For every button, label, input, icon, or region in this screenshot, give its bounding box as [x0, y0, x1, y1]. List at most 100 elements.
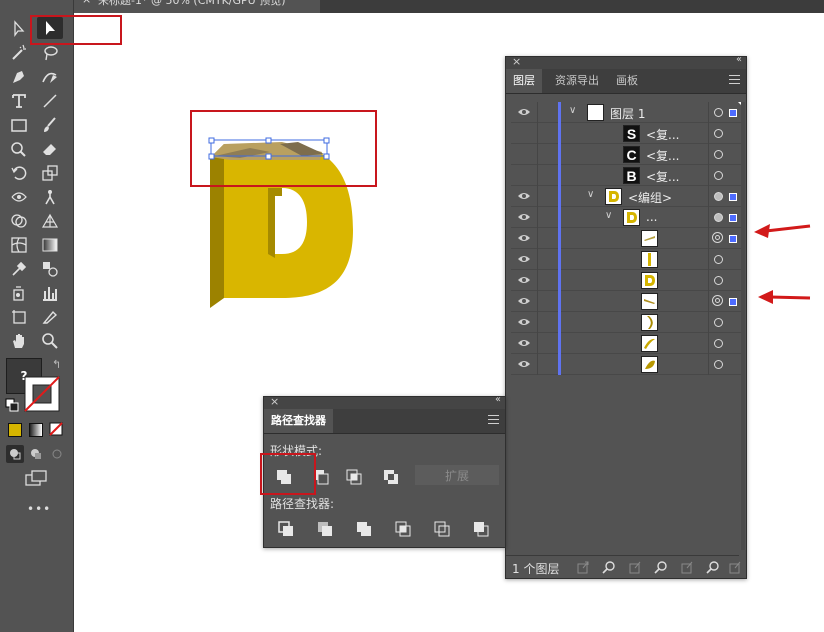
target-indicator-icon[interactable] [712, 295, 723, 306]
visibility-eye-icon[interactable] [517, 316, 531, 328]
layer-name[interactable]: 图层 1 [610, 105, 645, 122]
expand-chevron-icon[interactable]: ∨ [587, 189, 594, 200]
layer-name[interactable]: <复... [646, 168, 680, 185]
gradient-mode-icon[interactable] [29, 423, 43, 437]
visibility-eye-icon[interactable] [517, 253, 531, 265]
layer-row[interactable]: S <复... [511, 123, 744, 144]
default-fill-stroke-icon[interactable] [5, 398, 19, 412]
target-indicator-icon[interactable] [714, 129, 723, 138]
selection-indicator[interactable] [729, 298, 737, 306]
divide-icon[interactable] [276, 519, 296, 539]
gradient-icon[interactable] [37, 234, 63, 256]
layer-row[interactable] [511, 228, 744, 249]
mesh-icon[interactable] [6, 234, 32, 256]
intersect-icon[interactable] [344, 467, 364, 487]
layer-name[interactable]: <复... [646, 147, 680, 164]
layer-row[interactable] [511, 270, 744, 291]
rotate-icon[interactable] [6, 162, 32, 184]
exclude-icon[interactable] [381, 467, 401, 487]
crop-icon[interactable] [393, 519, 413, 539]
shape-builder-icon[interactable] [6, 210, 32, 232]
pen-icon[interactable] [6, 66, 32, 88]
blend-icon[interactable] [37, 258, 63, 280]
panel-menu-icon[interactable] [488, 415, 499, 425]
lock-column[interactable] [537, 270, 538, 291]
perspective-grid-icon[interactable] [37, 210, 63, 232]
visibility-eye-icon[interactable] [517, 211, 531, 223]
lock-column[interactable] [537, 228, 538, 249]
visibility-eye-icon[interactable] [517, 274, 531, 286]
column-graph-icon[interactable] [37, 282, 63, 304]
minus-back-icon[interactable] [471, 519, 491, 539]
visibility-toggle-empty[interactable] [517, 148, 531, 160]
target-indicator-icon[interactable] [714, 255, 723, 264]
target-indicator-icon[interactable] [714, 150, 723, 159]
layer-row[interactable]: C <复... [511, 144, 744, 165]
target-indicator-icon[interactable] [712, 232, 723, 243]
swap-fill-stroke-icon[interactable]: ↰ [52, 358, 61, 371]
screen-mode-icon[interactable] [24, 470, 48, 488]
magic-wand-icon[interactable] [6, 42, 32, 64]
line-segment-icon[interactable] [37, 90, 63, 112]
tab-pathfinder[interactable]: 路径查找器 [264, 409, 333, 433]
curvature-icon[interactable] [37, 66, 63, 88]
new-layer-icon[interactable] [680, 560, 694, 574]
layer-row[interactable] [511, 291, 744, 312]
shaper-icon[interactable] [6, 138, 32, 160]
width-icon[interactable] [6, 186, 32, 208]
export-icon[interactable] [576, 560, 590, 574]
selection-indicator[interactable] [729, 214, 737, 222]
draw-behind-icon[interactable] [27, 445, 45, 463]
paintbrush-icon[interactable] [37, 114, 63, 136]
locate-object-icon[interactable] [602, 560, 616, 574]
layer-row[interactable] [511, 333, 744, 354]
lasso-icon[interactable] [37, 42, 63, 64]
target-indicator-icon[interactable] [714, 171, 723, 180]
lock-column[interactable] [537, 186, 538, 207]
none-mode-icon[interactable] [49, 422, 64, 437]
layer-row[interactable]: ∨ <编组> [511, 186, 744, 207]
collapse-panel-icon[interactable]: ‹‹ [495, 394, 501, 405]
tab-layers[interactable]: 图层 [506, 69, 542, 93]
trim-icon[interactable] [315, 519, 335, 539]
expand-chevron-icon[interactable]: ∨ [605, 210, 612, 221]
selection-indicator[interactable] [729, 109, 737, 117]
visibility-eye-icon[interactable] [517, 232, 531, 244]
hand-icon[interactable] [6, 330, 32, 352]
puppet-warp-icon[interactable] [37, 186, 63, 208]
direct-selection-icon[interactable] [6, 18, 32, 40]
color-mode-icon[interactable] [8, 423, 22, 437]
document-tab[interactable]: × 未标题-1* @ 50% (CMYK/GPU 预览) [74, 0, 320, 13]
eraser-icon[interactable] [37, 138, 63, 160]
expand-button[interactable]: 扩展 [415, 465, 499, 485]
target-indicator-icon[interactable] [714, 108, 723, 117]
draw-normal-icon[interactable] [6, 445, 24, 463]
layer-row[interactable]: ∨ 图层 1 [511, 102, 744, 123]
search-icon[interactable] [706, 560, 720, 574]
slice-icon[interactable] [37, 306, 63, 328]
lock-column[interactable] [537, 354, 538, 375]
visibility-toggle-empty[interactable] [517, 127, 531, 139]
stroke-swatch[interactable] [24, 376, 60, 412]
layer-row[interactable] [511, 354, 744, 375]
target-indicator-icon[interactable] [714, 276, 723, 285]
tab-asset-export[interactable]: 资源导出 [548, 69, 606, 93]
visibility-eye-icon[interactable] [517, 337, 531, 349]
target-indicator-icon[interactable] [714, 360, 723, 369]
target-indicator-icon[interactable] [714, 213, 723, 222]
close-tab-icon[interactable]: × [82, 0, 91, 6]
new-sublayer-icon[interactable] [654, 560, 668, 574]
lock-column[interactable] [537, 249, 538, 270]
lock-column[interactable] [537, 144, 538, 165]
draw-inside-icon[interactable] [48, 445, 66, 463]
visibility-eye-icon[interactable] [517, 106, 531, 118]
tab-artboards[interactable]: 画板 [609, 69, 645, 93]
target-indicator-icon[interactable] [714, 339, 723, 348]
layer-row[interactable] [511, 249, 744, 270]
layer-name[interactable]: <复... [646, 126, 680, 143]
make-clipping-mask-icon[interactable] [628, 560, 642, 574]
rectangle-icon[interactable] [6, 114, 32, 136]
visibility-eye-icon[interactable] [517, 358, 531, 370]
layer-name[interactable]: <编组> [628, 189, 672, 206]
lock-column[interactable] [537, 312, 538, 333]
